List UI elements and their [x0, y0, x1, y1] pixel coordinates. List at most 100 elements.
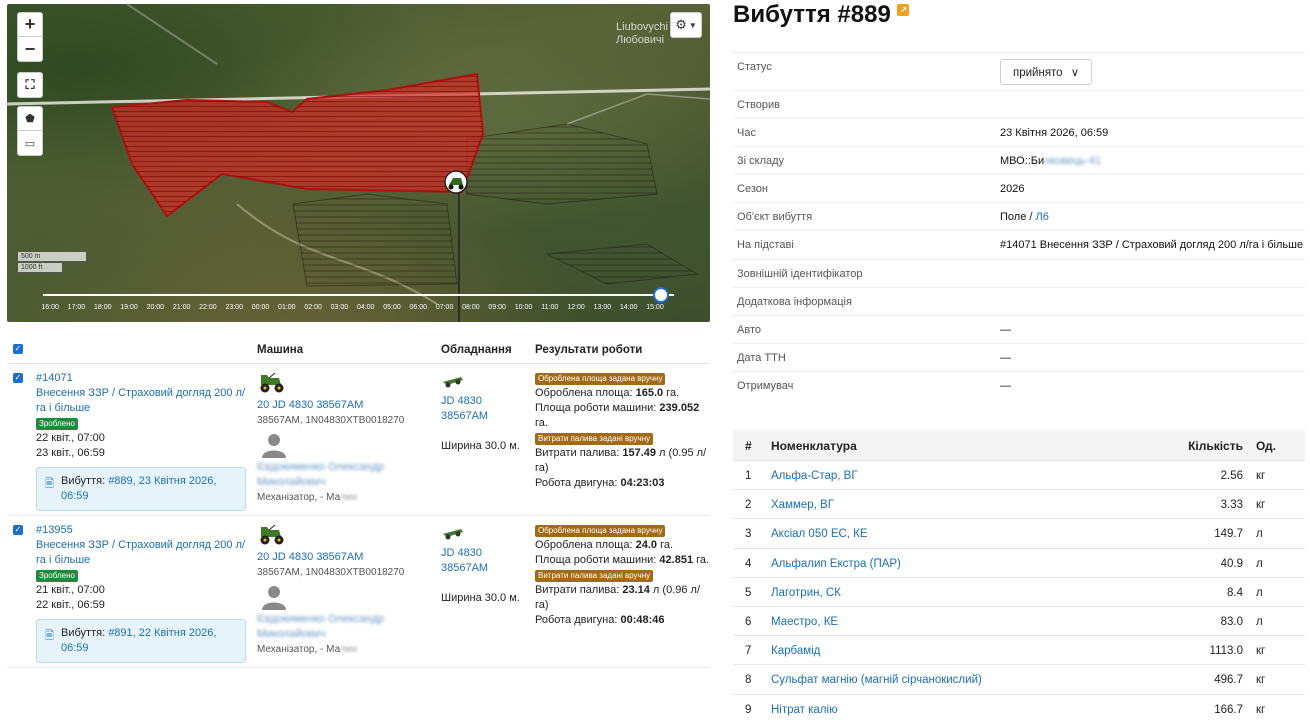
header-num: #	[745, 439, 752, 453]
nomenclature-header: # Номенклатура Кількість Од.	[733, 430, 1305, 460]
work-info-cell: #13955 Внесення ЗЗР / Страховий догляд 2…	[36, 523, 246, 663]
timeline-tick: 16:00	[41, 304, 59, 311]
prop-created-label: Створив	[737, 99, 780, 111]
timeline-ticks: 16:00 17:00 18:00 19:00 20:00 21:00 22:00 23:00…	[37, 304, 668, 311]
header-qty: Кількість	[1188, 439, 1243, 453]
prop-extra-info-label: Додаткова інформація	[737, 295, 852, 308]
page-title-text: Вибуття #889	[733, 1, 891, 28]
row-number: 7	[745, 645, 752, 658]
nomenclature-link[interactable]: Хаммер, ВГ	[771, 499, 834, 511]
row-unit: кг	[1256, 703, 1266, 716]
timeline-track[interactable]	[43, 294, 674, 296]
prop-car-label: Авто	[737, 323, 761, 336]
timeline-tick: 21:00	[172, 304, 191, 311]
prop-external-id: Зовнішній ідентифікатор	[733, 258, 1305, 287]
row-quantity: 83.0	[1220, 615, 1243, 628]
basis-link[interactable]: #14071 Внесення ЗЗР / Страховий догляд 2…	[1000, 239, 1303, 251]
nomenclature-row: 8 Сульфат магнію (магній сірчанокислий) …	[733, 664, 1305, 693]
tractor-icon	[257, 372, 287, 396]
operator-link[interactable]: Євдокименко Олександр Миколайович	[257, 613, 384, 640]
nomenclature-row: 5 Лаготрин, СК 8.4 л	[733, 576, 1305, 606]
row-number: 6	[745, 615, 752, 628]
prop-status-label: Статус	[737, 61, 772, 73]
prop-basis-label: На підставі	[737, 239, 794, 252]
timeline-tick: 09:00	[488, 304, 506, 311]
work-end: 23 квіт., 06:59	[36, 447, 105, 459]
prop-time-label: Час	[737, 127, 756, 140]
row-unit: кг	[1256, 674, 1266, 687]
operation-link[interactable]: Внесення ЗЗР / Страховий догляд 200 л/га…	[36, 539, 245, 566]
equipment-link[interactable]: JD 4830 38567АМ	[441, 547, 488, 574]
row-checkbox[interactable]: ✓	[13, 525, 23, 535]
external-link-icon[interactable]: ↗	[897, 4, 910, 16]
prop-status: Статус прийнято ∨	[733, 52, 1305, 90]
area-unit: га.	[657, 539, 674, 551]
prop-ttn-date-value: —	[1000, 351, 1011, 364]
area-label: Оброблена площа:	[535, 387, 636, 399]
warehouse-link-text: МВО::Би	[1000, 155, 1045, 168]
row-quantity: 166.7	[1214, 703, 1243, 716]
work-id-link[interactable]: #14071	[36, 372, 73, 384]
machine-link[interactable]: 20 JD 4830 38567АМ	[257, 399, 363, 411]
prop-object-value: Поле / Л6	[1000, 211, 1049, 223]
row-unit: кг	[1256, 470, 1266, 482]
sprayer-icon	[441, 377, 465, 392]
nomenclature-row: 6 Маестро, КЕ 83.0 л	[733, 605, 1305, 635]
map-terrain	[7, 4, 710, 322]
fullscreen-icon[interactable]: ⛶	[17, 72, 43, 98]
polygon-draw-icon[interactable]: ⬟	[18, 107, 42, 132]
nomenclature-link[interactable]: Аксіал 050 ЕС, КЕ	[771, 528, 868, 540]
timeline-tick: 18:00	[93, 304, 112, 311]
place-label: Liubovychi Любовичі	[616, 21, 668, 46]
document-icon: 🗎	[45, 630, 54, 642]
nomenclature-link[interactable]: Карбамід	[771, 645, 820, 657]
map-settings-button[interactable]: ⚙ ▼	[670, 12, 702, 38]
nomenclature-link[interactable]: Нітрат калію	[771, 704, 838, 716]
area-manual-badge: Оброблена площа задана вручну	[535, 525, 666, 537]
nomenclature-link[interactable]: Сульфат магнію (магній сірчанокислий)	[771, 674, 982, 686]
operator-role-blurred: лин	[340, 644, 358, 655]
fuel-manual-badge: Витрати палива задані вручну	[535, 433, 654, 445]
operator-link[interactable]: Євдокименко Олександр Миколайович	[257, 461, 384, 488]
operator-role: Механізатор, - Ма	[257, 492, 341, 503]
zoom-in-button[interactable]: +	[18, 13, 42, 38]
work-id-link[interactable]: #13955	[36, 524, 73, 536]
warehouse-link[interactable]: МВО::Бинковець-41	[1000, 155, 1101, 167]
area-value: 24.0	[635, 539, 658, 551]
shipment-label: Вибуття:	[61, 475, 109, 487]
fuel-manual-badge: Витрати палива задані вручну	[535, 570, 654, 582]
status-dropdown[interactable]: прийнято ∨	[1000, 59, 1093, 85]
equipment-link[interactable]: JD 4830 38567АМ	[441, 395, 488, 422]
work-start: 22 квіт., 07:00	[36, 432, 105, 444]
zoom-out-button[interactable]: −	[18, 37, 42, 61]
row-unit: кг	[1256, 645, 1266, 658]
work-table: ✓ Машина Обладнання Результати роботи ✓ …	[7, 336, 710, 668]
operation-link[interactable]: Внесення ЗЗР / Страховий догляд 200 л/га…	[36, 387, 245, 414]
nomenclature-link[interactable]: Альфалип Екстра (ПАР)	[771, 558, 901, 570]
select-all-checkbox[interactable]: ✓	[13, 344, 23, 354]
row-checkbox[interactable]: ✓	[13, 373, 23, 383]
field-link[interactable]: Л6	[1036, 211, 1049, 223]
fuel-value: 23.14	[622, 584, 650, 596]
timeline-tick: 08:00	[462, 304, 480, 311]
work-row: ✓ #13955 Внесення ЗЗР / Страховий догляд…	[7, 516, 710, 668]
prop-object: Об'єкт вибуття Поле / Л6	[733, 202, 1305, 230]
row-number: 8	[745, 674, 752, 687]
row-number: 3	[745, 528, 752, 541]
nomenclature-link[interactable]: Маестро, КЕ	[771, 616, 838, 628]
prop-receiver: Отримувач —	[733, 370, 1305, 399]
field-map[interactable]: + − ⛶ ⬟ ▭ ⚙ ▼ Liubovychi Любовичі 500 m 1…	[7, 4, 710, 322]
operator-role: Механізатор, - Ма	[257, 644, 341, 655]
machine-cell: 20 JD 4830 38567АМ 38567АМ, 1N04830XTB00…	[257, 372, 437, 505]
nomenclature-link[interactable]: Альфа-Стар, ВГ	[771, 470, 858, 482]
row-quantity: 8.4	[1227, 586, 1243, 599]
sprayer-icon	[441, 529, 465, 544]
machine-link[interactable]: 20 JD 4830 38567АМ	[257, 551, 363, 563]
nomenclature-link[interactable]: Лаготрин, СК	[771, 587, 841, 599]
fuel-label: Витрати палива:	[535, 447, 623, 459]
ruler-icon[interactable]: ▭	[18, 131, 42, 155]
row-number: 4	[745, 557, 752, 570]
row-unit: л	[1256, 586, 1263, 599]
chevron-down-icon: ∨	[1070, 67, 1080, 79]
operator-role-blurred: лин	[340, 492, 358, 503]
